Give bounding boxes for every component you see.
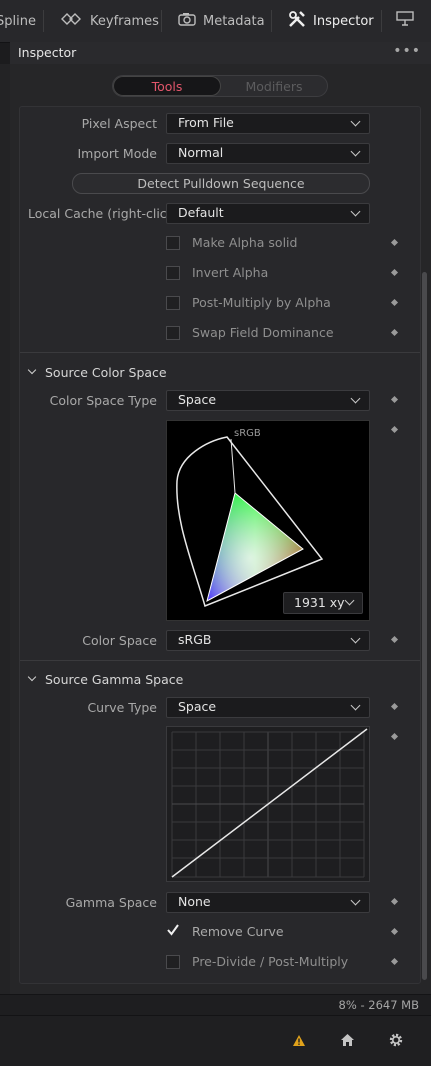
- cie-mode-value: 1931 xy: [294, 595, 345, 610]
- swap-field-checkbox[interactable]: [166, 326, 180, 340]
- vertical-scrollbar[interactable]: [422, 272, 427, 980]
- cie-mode-dropdown[interactable]: 1931 xy: [283, 592, 363, 614]
- chevron-down-icon: [350, 700, 361, 711]
- chevron-down-icon: [350, 206, 361, 217]
- remove-curve-checkbox[interactable]: [166, 923, 180, 937]
- tab-inspector[interactable]: Inspector: [272, 0, 382, 42]
- import-mode-dropdown[interactable]: Normal: [166, 143, 370, 164]
- more-options-icon[interactable]: •••: [393, 43, 421, 59]
- source-gamma-space-header[interactable]: Source Gamma Space: [45, 672, 183, 687]
- gamma-curve-graph[interactable]: [166, 726, 370, 882]
- chevron-down-icon: [350, 895, 361, 906]
- color-space-value: sRGB: [178, 632, 212, 647]
- tab-spline-label: Spline: [0, 13, 36, 29]
- chevron-down-icon: [350, 146, 361, 157]
- gamma-line: [171, 728, 368, 878]
- cie-diagram: [176, 436, 324, 608]
- predivide-checkbox[interactable]: [166, 955, 180, 969]
- tools-modifiers-toggle: Tools Modifiers: [112, 75, 328, 97]
- home-icon[interactable]: [340, 1033, 355, 1050]
- local-cache-value: Default: [178, 205, 224, 220]
- post-multiply-label: Post-Multiply by Alpha: [192, 295, 331, 310]
- invert-alpha-checkbox[interactable]: [166, 266, 180, 280]
- status-bar: 8% - 2647 MB: [0, 994, 431, 1015]
- keyframes-icon: [61, 13, 83, 29]
- divider: [20, 660, 420, 661]
- gamma-curve-svg: [171, 728, 368, 878]
- import-mode-label: Import Mode: [77, 146, 157, 161]
- tab-keyframes-label: Keyframes: [90, 13, 159, 29]
- invert-alpha-label: Invert Alpha: [192, 265, 269, 280]
- make-alpha-solid-label: Make Alpha solid: [192, 235, 298, 250]
- panel-header: Inspector •••: [10, 42, 431, 65]
- predivide-label: Pre-Divide / Post-Multiply: [192, 954, 349, 969]
- pixel-aspect-value: From File: [178, 115, 234, 130]
- panel-title: Inspector: [18, 45, 77, 60]
- curve-type-dropdown[interactable]: Space: [166, 697, 370, 718]
- source-color-space-header[interactable]: Source Color Space: [45, 365, 167, 380]
- cie-space-label: sRGB: [234, 428, 261, 439]
- color-space-type-label: Color Space Type: [49, 393, 157, 408]
- tab-inspector-label: Inspector: [313, 13, 374, 29]
- gamma-space-dropdown[interactable]: None: [166, 892, 370, 913]
- local-cache-label: Local Cache (right-clic...: [28, 206, 179, 221]
- memory-usage: 8% - 2647 MB: [338, 998, 419, 1012]
- tab-tools[interactable]: Tools: [113, 76, 221, 96]
- curve-type-label: Curve Type: [87, 700, 157, 715]
- checkmark-icon: [167, 924, 179, 936]
- color-space-dropdown[interactable]: sRGB: [166, 630, 370, 651]
- post-multiply-checkbox[interactable]: [166, 296, 180, 310]
- chevron-down-icon: [344, 595, 355, 606]
- color-space-label: Color Space: [82, 633, 157, 648]
- swap-field-label: Swap Field Dominance: [192, 325, 334, 340]
- metadata-icon: [178, 12, 196, 30]
- make-alpha-solid-checkbox[interactable]: [166, 236, 180, 250]
- pixel-aspect-dropdown[interactable]: From File: [166, 113, 370, 134]
- fullscreen-button[interactable]: [382, 0, 431, 42]
- color-space-type-dropdown[interactable]: Space: [166, 390, 370, 411]
- tab-metadata-label: Metadata: [203, 13, 265, 29]
- curve-type-value: Space: [178, 699, 217, 714]
- gamma-space-value: None: [178, 894, 211, 909]
- top-tab-bar: Spline Keyframes Metadata Inspector: [0, 0, 431, 43]
- chevron-down-icon: [350, 116, 361, 127]
- gamma-space-label: Gamma Space: [65, 895, 157, 910]
- detect-pulldown-button[interactable]: Detect Pulldown Sequence: [72, 173, 370, 194]
- tab-modifiers[interactable]: Modifiers: [221, 76, 327, 96]
- tab-spline[interactable]: Spline: [0, 0, 44, 42]
- cie-chromaticity-chart[interactable]: sRGB 1931 xy: [166, 420, 370, 621]
- warning-icon[interactable]: [292, 1034, 306, 1050]
- pixel-aspect-label: Pixel Aspect: [81, 116, 157, 131]
- import-mode-value: Normal: [178, 145, 224, 160]
- bottom-toolbar: [0, 1015, 431, 1066]
- divider: [20, 352, 420, 353]
- local-cache-dropdown[interactable]: Default: [166, 203, 370, 224]
- remove-curve-label: Remove Curve: [192, 924, 284, 939]
- color-space-type-value: Space: [178, 392, 217, 407]
- tab-keyframes[interactable]: Keyframes: [44, 0, 162, 42]
- gear-icon[interactable]: [388, 1032, 404, 1051]
- chevron-down-icon: [350, 633, 361, 644]
- inspector-icon: [288, 10, 306, 32]
- monitor-icon: [396, 11, 414, 31]
- chevron-down-icon: [350, 393, 361, 404]
- tab-metadata[interactable]: Metadata: [162, 0, 272, 42]
